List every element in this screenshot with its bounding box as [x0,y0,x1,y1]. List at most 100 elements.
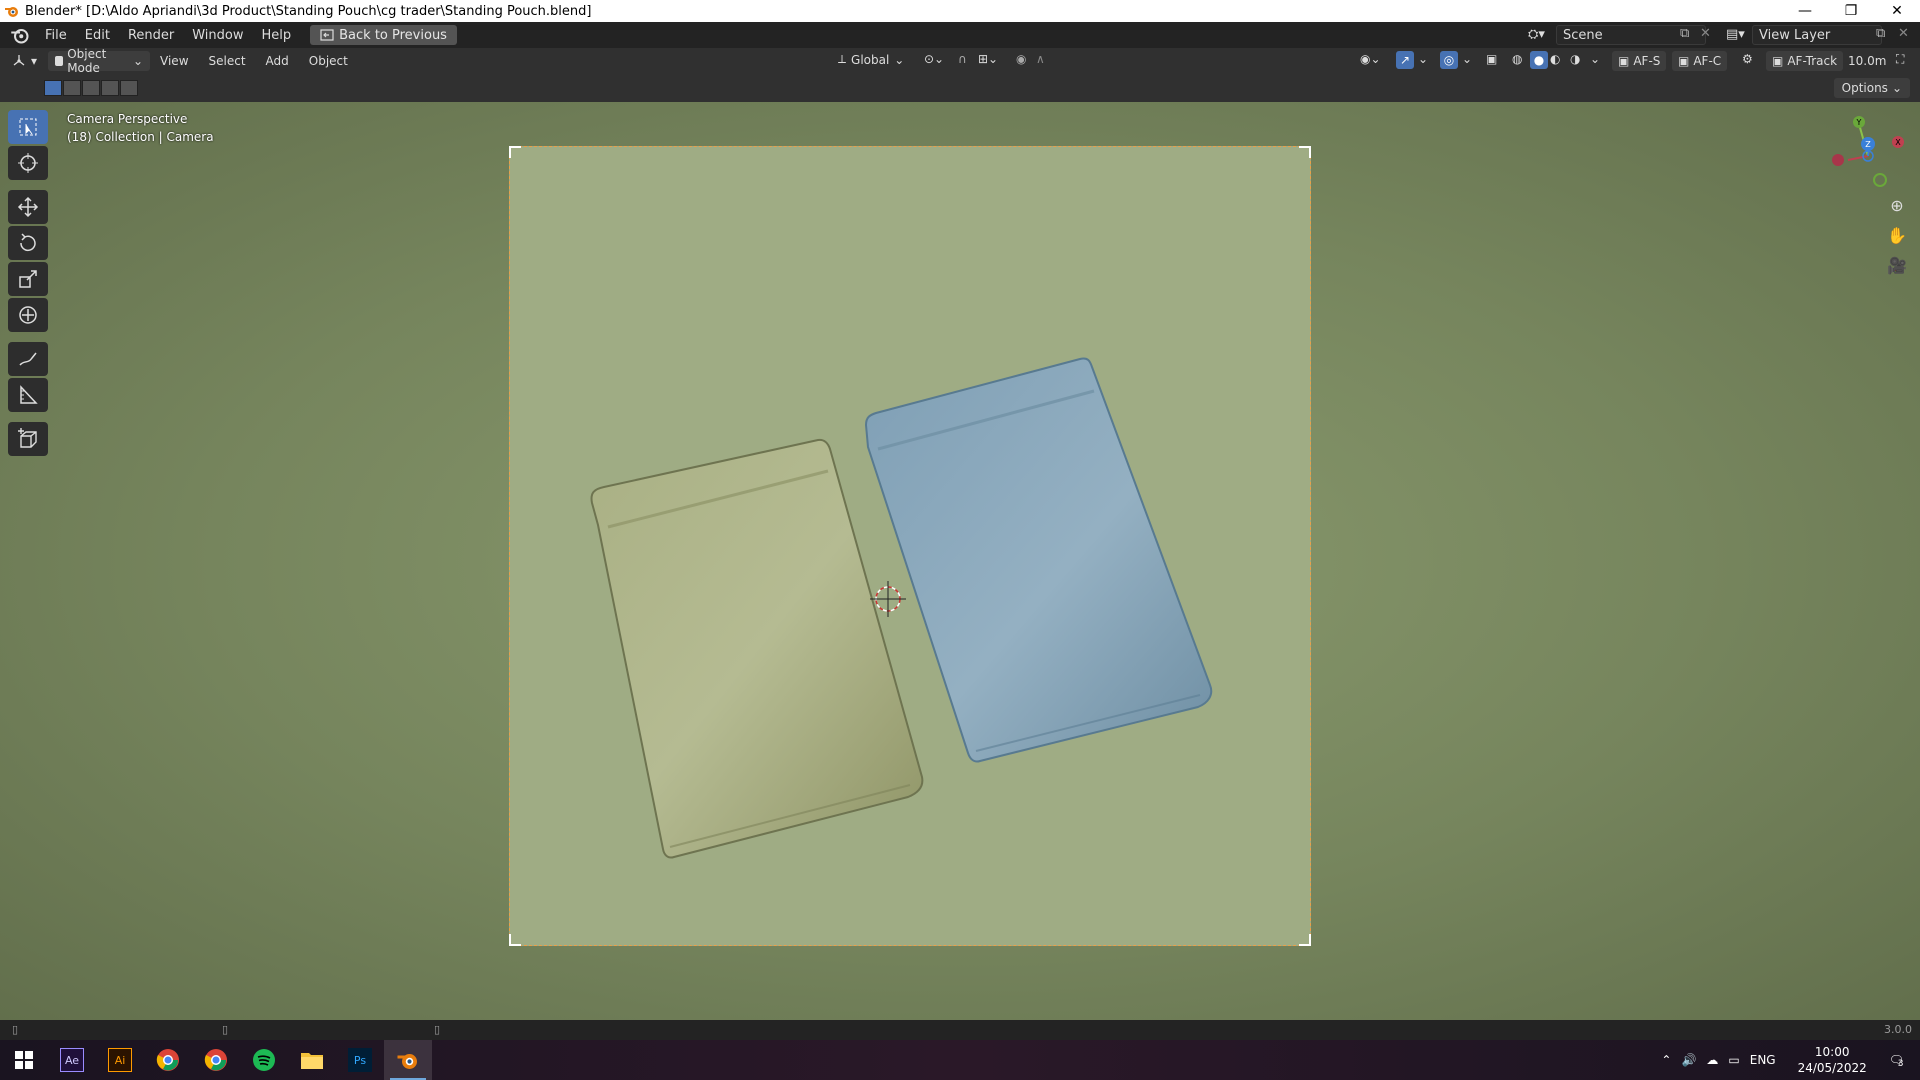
photoshop-icon[interactable]: Ps [336,1040,384,1080]
mode-label: Object Mode [67,47,107,75]
select-box-tool[interactable] [8,110,48,144]
blender-menu-icon[interactable] [10,25,30,45]
language-indicator[interactable]: ENG [1750,1053,1776,1067]
gizmo-toggle-icon[interactable]: ↗ [1396,51,1414,69]
view-layer-selector-icon[interactable]: ▤▾ [1726,27,1745,42]
select-new-icon[interactable] [44,80,62,96]
visibility-eye-icon[interactable]: ◉⌄ [1360,52,1381,66]
header-menu-select[interactable]: Select [199,54,256,68]
orientation-label: Global [851,52,890,67]
volume-icon[interactable]: 🔊 [1681,1053,1696,1067]
scale-icon [19,270,37,288]
pan-view-hand-icon[interactable]: ✋ [1883,222,1911,248]
add-cube-tool[interactable] [8,422,48,456]
header-menu-add[interactable]: Add [256,54,299,68]
shading-solid-icon[interactable]: ● [1530,51,1548,69]
shading-wireframe-icon[interactable]: ◍ [1512,52,1522,66]
overlays-dropdown-icon[interactable]: ⌄ [1462,52,1472,66]
shading-material-icon[interactable]: ◐ [1550,52,1560,66]
xray-toggle-icon[interactable]: ▣ [1486,52,1497,66]
editor-type-button[interactable]: ▾ [4,51,44,71]
notifications-icon[interactable]: 🗨 3 [1889,1053,1904,1069]
snap-magnet-icon[interactable]: ∩ [958,52,967,66]
blue-pouch[interactable] [864,357,1213,763]
measure-tool[interactable] [8,378,48,412]
blender-taskbar-icon[interactable] [384,1040,432,1080]
windows-start-icon[interactable] [0,1040,48,1080]
rotate-tool[interactable] [8,226,48,260]
gizmo-y-label: Y [1856,118,1862,127]
options-label: Options [1841,81,1888,95]
spotify-icon[interactable] [240,1040,288,1080]
window-title: Blender* [D:\Aldo Apriandi\3d Product\St… [25,3,592,19]
af-track-button[interactable]: ▣ AF-Track [1766,51,1844,71]
navigation-gizmo[interactable]: Y Z X [1820,112,1920,192]
pivot-point-icon[interactable]: ⊙⌄ [924,52,944,66]
tool-shelf [8,110,50,458]
falloff-curve-icon[interactable]: ∧ [1036,52,1045,66]
select-invert-icon[interactable] [101,80,119,96]
illustrator-icon[interactable]: Ai [96,1040,144,1080]
distance-readout[interactable]: 10.0m [1848,54,1886,68]
select-intersect-icon[interactable] [120,80,138,96]
chevron-up-icon[interactable]: ⌃ [1661,1053,1671,1067]
shading-dropdown-icon[interactable]: ⌄ [1590,52,1600,66]
menu-file[interactable]: File [36,22,76,48]
menu-help[interactable]: Help [253,22,301,48]
shading-rendered-icon[interactable]: ◑ [1570,52,1580,66]
overlays-toggle-icon[interactable]: ◎ [1440,51,1458,69]
zoom-view-icon[interactable]: ⊕ [1883,192,1911,218]
menu-edit[interactable]: Edit [76,22,119,48]
snap-target-icon[interactable]: ⊞⌄ [978,52,998,66]
transform-icon [19,306,37,324]
header-menu-object[interactable]: Object [299,54,358,68]
file-explorer-icon[interactable] [288,1040,336,1080]
select-extend-icon[interactable] [63,80,81,96]
proportional-editing-icon[interactable]: ◉ [1016,52,1026,66]
track-settings-icon[interactable]: ⚙ [1742,52,1753,66]
ruler-icon [20,385,38,404]
options-dropdown[interactable]: Options ⌄ [1833,78,1910,98]
transform-tool[interactable] [8,298,48,332]
chrome-profile-icon[interactable] [192,1040,240,1080]
fullscreen-icon[interactable]: ⛶ [1896,52,1904,67]
new-scene-icon[interactable]: ⧉ [1680,26,1689,41]
annotate-tool[interactable] [8,342,48,376]
gizmo-dropdown-icon[interactable]: ⌄ [1418,52,1428,66]
scale-tool[interactable] [8,262,48,296]
cloud-sync-icon[interactable]: ☁ [1706,1053,1718,1067]
af-track-label: AF-Track [1787,54,1838,68]
new-view-layer-icon[interactable]: ⧉ [1876,26,1885,41]
after-effects-icon[interactable]: Ae [48,1040,96,1080]
camera-view-icon[interactable]: 🎥 [1883,252,1911,278]
delete-scene-icon[interactable]: ✕ [1700,26,1711,41]
close-button[interactable]: ✕ [1874,0,1920,22]
restore-button[interactable]: ❐ [1828,0,1874,22]
af-s-button[interactable]: ▣ AF-S [1612,51,1667,71]
move-tool[interactable] [8,190,48,224]
back-to-previous-button[interactable]: Back to Previous [310,25,457,45]
gizmo-neg-x-axis[interactable] [1832,154,1844,166]
select-subtract-icon[interactable] [82,80,100,96]
minimize-button[interactable]: — [1782,0,1828,22]
gizmo-neg-y-axis[interactable] [1873,173,1887,187]
header-menu-view[interactable]: View [150,54,198,68]
mode-dropdown[interactable]: Object Mode ⌄ [48,47,151,75]
chrome-icon[interactable] [144,1040,192,1080]
yellow-pouch[interactable] [590,438,924,859]
gizmo-x-label: X [1895,138,1901,147]
af-c-button[interactable]: ▣ AF-C [1672,51,1728,71]
select-box-icon [19,118,37,136]
transform-orientation-dropdown[interactable]: ⟂ Global ⌄ [838,52,904,67]
menu-render[interactable]: Render [119,22,183,48]
network-icon[interactable]: ▭ [1728,1053,1739,1067]
blender-logo-icon [397,1054,417,1069]
delete-view-layer-icon[interactable]: ✕ [1898,26,1909,41]
scene-selector-icon[interactable]: ⛭▾ [1528,27,1545,42]
annotate-pencil-icon [19,352,37,366]
menu-window[interactable]: Window [183,22,252,48]
active-object-label: (18) Collection | Camera [67,130,214,144]
taskbar-clock[interactable]: 10:00 24/05/2022 [1798,1044,1867,1076]
view-layer-field[interactable]: View Layer [1752,25,1882,45]
cursor-tool[interactable] [8,146,48,180]
